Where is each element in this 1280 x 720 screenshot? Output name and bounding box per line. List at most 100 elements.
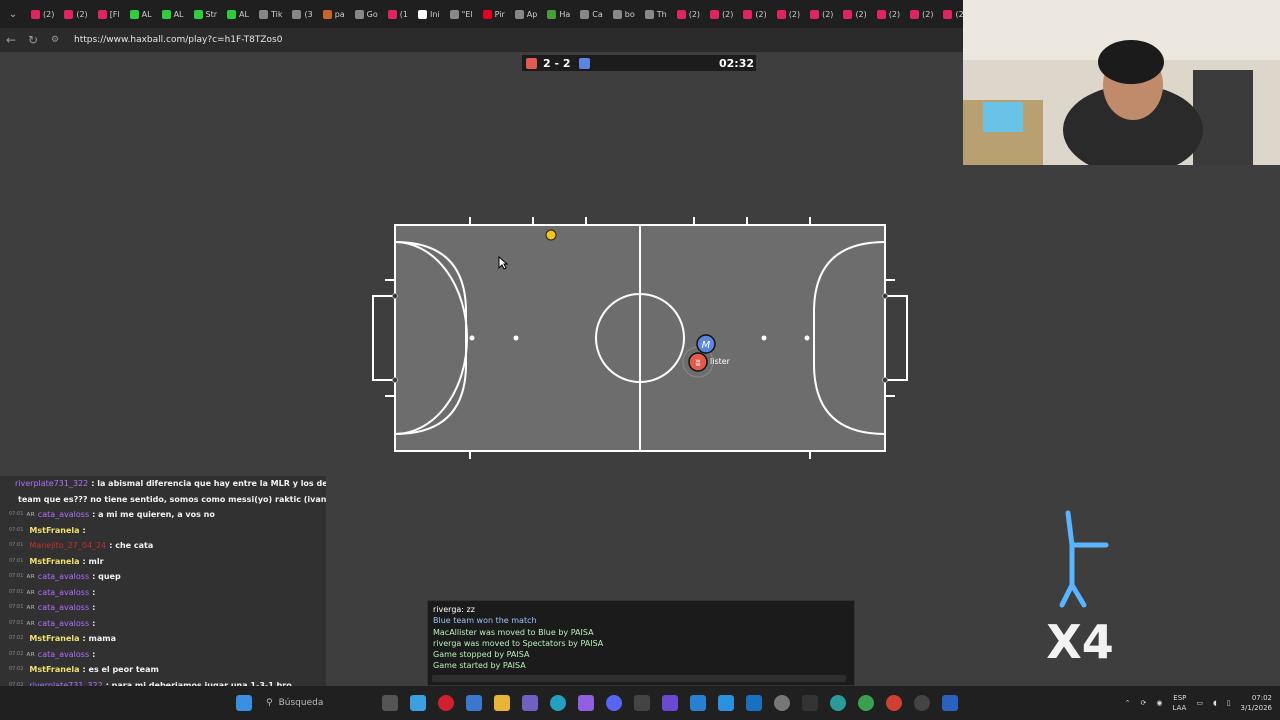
obs-icon[interactable]	[914, 695, 930, 711]
log-line: riverga: zz	[433, 605, 475, 614]
chat-username: cata_avaloss	[37, 618, 90, 628]
browser-tab[interactable]: Ini	[413, 0, 445, 28]
stickman-overlay: X4	[1046, 510, 1114, 665]
grid-app-icon[interactable]	[662, 695, 678, 711]
store-icon[interactable]	[466, 695, 482, 711]
browser-tab[interactable]: (2)	[26, 0, 59, 28]
chat-flag: ᴀʀ	[26, 618, 35, 627]
tray-chevron-icon[interactable]: ⌃	[1125, 699, 1131, 707]
mail-icon[interactable]	[746, 695, 762, 711]
browser-tab[interactable]: (2)	[59, 0, 92, 28]
tab-favicon-icon	[417, 9, 427, 19]
browser-tab[interactable]: (2)	[905, 0, 938, 28]
browser-tab[interactable]: AL	[157, 0, 189, 28]
mic-icon[interactable]: ◉	[1156, 699, 1162, 707]
browser-tab[interactable]: (2)	[805, 0, 838, 28]
blue-player-letter: M	[702, 340, 711, 351]
chat-message: 07:01 Manejito_27_04_24: che cata	[0, 538, 326, 554]
chat-message: 07:01 MstFranela:	[0, 523, 326, 539]
browser-tab[interactable]: Str	[189, 0, 223, 28]
site-info-icon[interactable]: ⚙	[44, 35, 66, 45]
sync-icon[interactable]: ⟳	[1141, 699, 1147, 707]
chat-text: : mama	[82, 634, 116, 643]
left-goalpost-bottom	[392, 377, 398, 383]
browser-tab[interactable]: (2)	[672, 0, 705, 28]
network-icon[interactable]: ▭	[1196, 699, 1203, 707]
browser-tab[interactable]: (2)	[838, 0, 871, 28]
tab-favicon-icon	[876, 9, 886, 19]
browser-tab[interactable]: (3	[287, 0, 317, 28]
browser-tab[interactable]: (2)	[872, 0, 905, 28]
edge-icon[interactable]	[550, 695, 566, 711]
chrome-alt-icon[interactable]	[886, 695, 902, 711]
c-app-icon[interactable]	[634, 695, 650, 711]
reload-icon[interactable]: ↻	[22, 33, 44, 47]
browser-tab[interactable]: Th	[640, 0, 672, 28]
calculator-icon[interactable]	[942, 695, 958, 711]
chat-panel: riverplate731_322: la abismal diferencia…	[0, 476, 326, 686]
browser-icon[interactable]	[830, 695, 846, 711]
browser-tab[interactable]: (2)	[705, 0, 738, 28]
log-line: MacAllister was moved to Blue by PAISA	[433, 627, 594, 637]
photos-icon[interactable]	[690, 695, 706, 711]
chair	[1193, 70, 1253, 165]
chrome-icon[interactable]	[858, 695, 874, 711]
browser-tab[interactable]: pa	[318, 0, 350, 28]
chat-timestamp: 07:01	[9, 604, 24, 610]
chat-flag: ᴀʀ	[26, 587, 35, 596]
browser-tab[interactable]: Ha	[542, 0, 575, 28]
battery-icon[interactable]: ▯	[1227, 699, 1231, 707]
tab-label: (2)	[755, 9, 767, 19]
browser-tab[interactable]: [Fl	[93, 0, 125, 28]
browser-tab[interactable]: (2)	[738, 0, 771, 28]
tab-favicon-icon	[676, 9, 686, 19]
left-second-spot	[513, 335, 519, 341]
browser-tab[interactable]: AL	[222, 0, 254, 28]
folder-icon[interactable]	[494, 695, 510, 711]
browser-tab[interactable]: bo	[608, 0, 640, 28]
tab-favicon-icon	[97, 9, 107, 19]
score: 2 - 2	[543, 56, 571, 70]
blue-team-marker	[578, 57, 590, 69]
opera-icon[interactable]	[438, 695, 454, 711]
tab-label: [Fl	[109, 9, 120, 19]
chat-input[interactable]	[432, 675, 846, 682]
system-tray: ⌃ ⟳ ◉ ESP LAA ▭ ◖ ▯ 07:02 3/1/2026	[1125, 686, 1272, 720]
vscode-icon[interactable]	[578, 695, 594, 711]
pen-icon[interactable]	[522, 695, 538, 711]
chat-message: 07:01 ᴀʀ cata_avaloss:	[0, 600, 326, 616]
chat-timestamp: 07:01	[9, 526, 24, 533]
browser-tab[interactable]: Ap	[510, 0, 543, 28]
red-team-marker	[526, 57, 537, 69]
windows-start-icon[interactable]	[236, 695, 252, 711]
browser-tab[interactable]: (2)	[772, 0, 805, 28]
tab-favicon-icon	[161, 9, 171, 19]
chat-flag: ᴀʀ	[26, 572, 35, 580]
language-indicator[interactable]: ESP LAA	[1173, 693, 1187, 713]
browser-tab[interactable]: (1	[383, 0, 413, 28]
chat-text: : es el peor team	[82, 665, 159, 674]
back-icon[interactable]: ←	[0, 33, 22, 47]
search-placeholder: Búsqueda	[278, 698, 324, 708]
clock[interactable]: 07:02 3/1/2026	[1241, 693, 1272, 713]
browser-tab[interactable]: "El	[445, 0, 478, 28]
discord-icon[interactable]	[606, 695, 622, 711]
tab-favicon-icon	[31, 9, 40, 19]
scoreboard: 2 - 2 02:32	[522, 55, 756, 71]
browser-tab[interactable]: Pir	[478, 0, 510, 28]
volume-icon[interactable]: ◖	[1213, 699, 1217, 707]
notes-icon[interactable]	[718, 695, 734, 711]
tab-list-chevron-icon[interactable]: ⌄	[0, 0, 26, 28]
chat-timestamp: 07:01	[9, 619, 24, 626]
browser-tab[interactable]: AL	[125, 0, 157, 28]
copilot-icon[interactable]	[410, 695, 426, 711]
taskbar-search[interactable]: ⚲ Búsqueda	[266, 698, 376, 708]
browser-tab[interactable]: Go	[350, 0, 383, 28]
browser-tab[interactable]: Ca	[575, 0, 608, 28]
settings-icon[interactable]	[774, 695, 790, 711]
terminal-icon[interactable]	[802, 695, 818, 711]
tab-label: Pir	[494, 9, 505, 19]
taskview-icon[interactable]	[382, 695, 398, 711]
browser-tab[interactable]: Tik	[254, 0, 288, 28]
url-field[interactable]: https://www.haxball.com/play?c=h1F-T8TZo…	[74, 35, 282, 45]
